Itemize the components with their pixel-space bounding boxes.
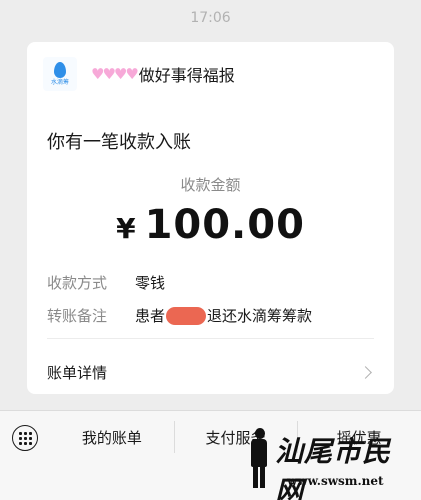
sender-header: 水滴筹 ♥♥♥♥ 做好事得福报	[43, 54, 378, 94]
currency-symbol: ¥	[116, 212, 137, 245]
transfer-note-prefix: 患者	[135, 307, 166, 325]
water-drop-logo-icon: 水滴筹	[43, 57, 77, 91]
site-watermark: 汕尾市民网 www.swsm.net	[247, 428, 417, 500]
sender-name: 做好事得福报	[138, 66, 235, 85]
payment-notification-card[interactable]: 水滴筹 ♥♥♥♥ 做好事得福报 你有一笔收款入账 收款金额 ¥100.00 收款…	[27, 42, 394, 394]
amount-label: 收款金额	[180, 176, 241, 194]
message-timestamp: 17:06	[190, 10, 231, 26]
keyboard-icon[interactable]	[12, 425, 38, 451]
transfer-note-suffix: 退还水滴筹筹款	[207, 307, 313, 325]
bill-details-link[interactable]: 账单详情	[27, 354, 394, 390]
watermark-title: 汕尾市民网	[275, 435, 392, 500]
hearts-decoration: ♥♥♥♥	[91, 65, 139, 83]
payment-method-label: 收款方式	[47, 274, 108, 292]
transfer-note-row: 转账备注 患者 退还水滴筹筹款	[47, 305, 312, 326]
menu-item-my-bills[interactable]: 我的账单	[50, 411, 174, 463]
logo-text: 水滴筹	[50, 79, 69, 86]
redaction-mark	[166, 306, 207, 325]
transfer-note-value: 患者 退还水滴筹筹款	[135, 305, 312, 326]
bill-details-label: 账单详情	[47, 363, 108, 382]
notification-title: 你有一笔收款入账	[47, 132, 191, 153]
watermark-url: www.swsm.net	[287, 474, 384, 488]
chevron-right-icon	[359, 365, 372, 379]
amount-value: ¥100.00	[27, 202, 394, 248]
payment-method-row: 收款方式 零钱	[47, 272, 165, 293]
transfer-note-label: 转账备注	[47, 307, 108, 325]
amount-number: 100.00	[144, 202, 305, 248]
payment-method-value: 零钱	[135, 274, 166, 292]
silhouette-figure-icon	[247, 428, 271, 490]
divider	[47, 338, 374, 339]
